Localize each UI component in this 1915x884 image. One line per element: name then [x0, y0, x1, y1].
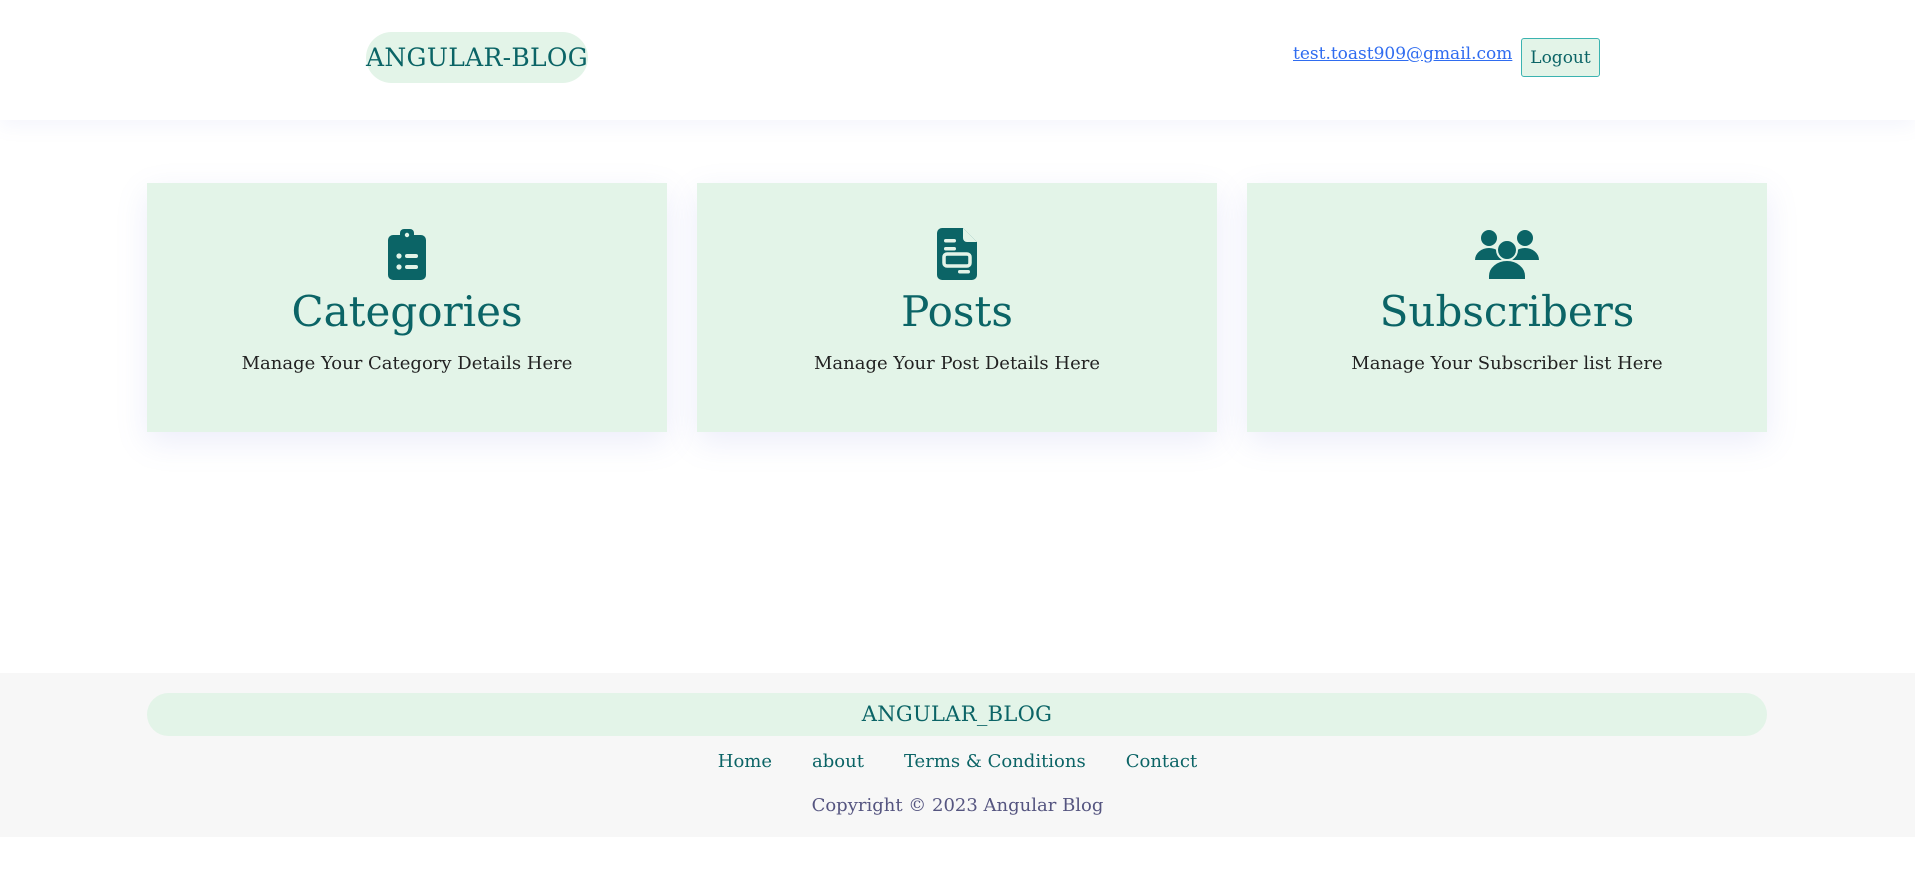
card-description: Manage Your Category Details Here [241, 353, 573, 374]
categories-card[interactable]: Categories Manage Your Category Details … [147, 183, 667, 432]
logout-button[interactable]: Logout [1521, 38, 1600, 77]
footer-nav: Home about Terms & Conditions Contact [0, 751, 1915, 772]
top-navbar: ANGULAR-BLOG test.toast909@gmail.com Log… [0, 0, 1915, 120]
footer-link-about[interactable]: about [812, 751, 864, 772]
footer: ANGULAR_BLOG Home about Terms & Conditio… [0, 673, 1915, 837]
users-group-icon [1247, 227, 1767, 281]
footer-link-home[interactable]: Home [718, 751, 772, 772]
copyright-text: Copyright © 2023 Angular Blog [811, 795, 1104, 816]
card-title: Subscribers [1379, 287, 1635, 336]
clipboard-list-icon [147, 227, 667, 281]
footer-link-terms[interactable]: Terms & Conditions [904, 751, 1086, 772]
subscribers-card[interactable]: Subscribers Manage Your Subscriber list … [1247, 183, 1767, 432]
brand-logo[interactable]: ANGULAR-BLOG [366, 32, 588, 83]
card-title: Posts [901, 287, 1013, 336]
posts-card[interactable]: Posts Manage Your Post Details Here [697, 183, 1217, 432]
card-title: Categories [291, 287, 523, 336]
user-email-link[interactable]: test.toast909@gmail.com [1293, 44, 1512, 64]
file-document-icon [697, 227, 1217, 281]
footer-link-contact[interactable]: Contact [1126, 751, 1197, 772]
card-description: Manage Your Subscriber list Here [1351, 353, 1663, 374]
card-description: Manage Your Post Details Here [814, 353, 1100, 374]
footer-brand: ANGULAR_BLOG [147, 693, 1767, 736]
